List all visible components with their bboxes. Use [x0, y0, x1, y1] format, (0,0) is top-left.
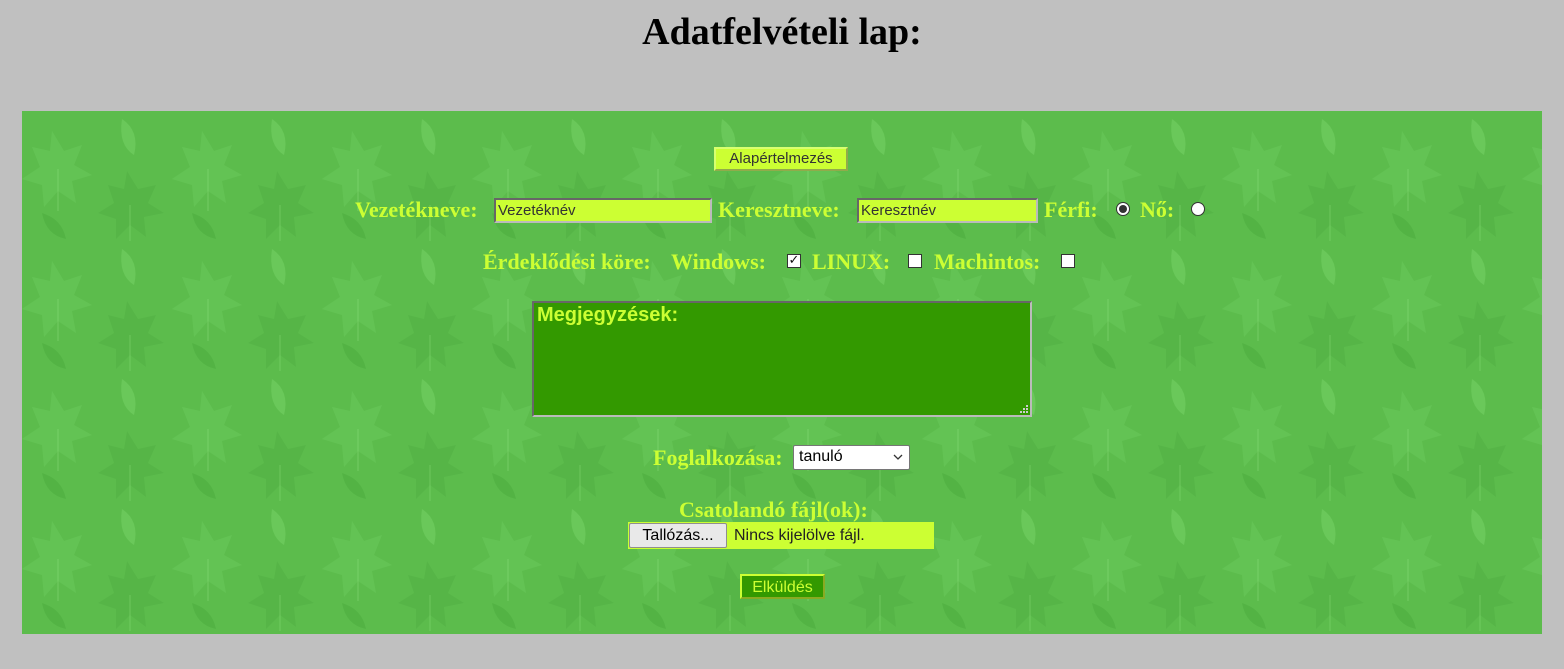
- notes-text: Megjegyzések:: [537, 304, 679, 326]
- last-name-label: Vezetékneve:: [355, 197, 478, 222]
- occupation-select[interactable]: tanuló: [793, 445, 910, 470]
- gender-female-radio[interactable]: [1191, 202, 1205, 216]
- page-title: Adatfelvételi lap:: [642, 11, 922, 53]
- last-name-input[interactable]: [494, 198, 712, 223]
- file-status-text: Nincs kijelölve fájl.: [734, 527, 865, 544]
- interest-linux-label: LINUX:: [812, 249, 891, 274]
- interests-label: Érdeklődési köre:: [483, 249, 651, 274]
- browse-button[interactable]: Tallózás...: [629, 523, 727, 548]
- first-name-input[interactable]: [857, 198, 1038, 223]
- interest-mac-label: Machintos:: [934, 249, 1041, 274]
- notes-textarea[interactable]: Megjegyzések:: [532, 301, 1032, 417]
- occupation-label: Foglalkozása:: [653, 445, 783, 470]
- gender-male-radio[interactable]: [1116, 202, 1130, 216]
- interest-windows-checkbox[interactable]: ✓: [787, 254, 801, 268]
- gender-female-label: Nő:: [1140, 197, 1175, 222]
- occupation-selected-value: tanuló: [799, 448, 843, 465]
- interest-mac-checkbox[interactable]: [1061, 254, 1075, 268]
- first-name-label: Keresztneve:: [718, 197, 840, 222]
- interest-linux-checkbox[interactable]: [908, 254, 922, 268]
- interest-windows-label: Windows:: [671, 249, 766, 274]
- file-input[interactable]: Tallózás... Nincs kijelölve fájl.: [628, 522, 934, 549]
- submit-button[interactable]: Elküldés: [740, 574, 825, 599]
- gender-male-label: Férfi:: [1044, 197, 1098, 222]
- resize-grip-icon[interactable]: [1018, 403, 1028, 413]
- form-panel: Alapértelmezés Vezetékneve: Keresztneve:…: [22, 111, 1542, 634]
- chevron-down-icon: [893, 454, 903, 460]
- reset-default-button[interactable]: Alapértelmezés: [714, 147, 848, 171]
- attachment-label: Csatolandó fájl(ok):: [679, 497, 868, 522]
